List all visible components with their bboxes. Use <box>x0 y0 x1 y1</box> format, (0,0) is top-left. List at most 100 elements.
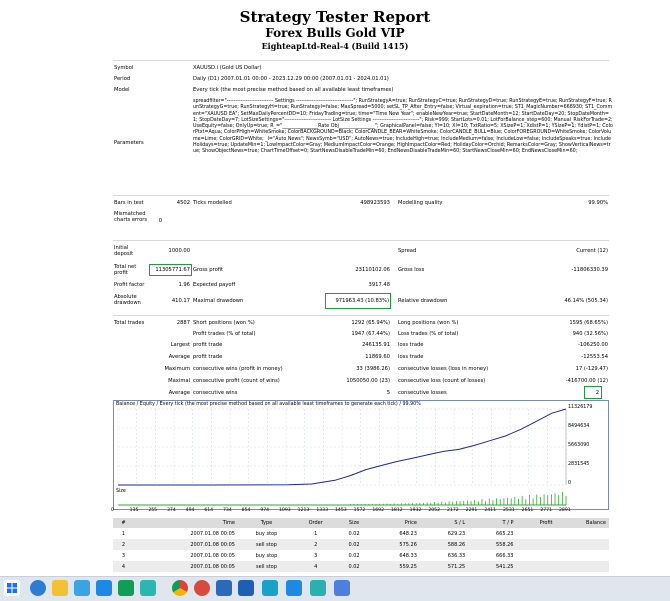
gross-profit-value: 23110102.06 <box>355 267 390 273</box>
gross-loss-label: Gross loss <box>398 267 425 273</box>
x-tick-label: 2411 <box>484 508 497 513</box>
chart-caption: Balance / Equity / Every tick (the most … <box>116 402 421 407</box>
x-tick-label: 1213 <box>297 508 310 513</box>
column-header[interactable]: Time <box>133 518 238 528</box>
x-tick-label: 1333 <box>316 508 329 513</box>
max-wins-label: consecutive wins (profit in money) <box>193 366 283 372</box>
x-tick-label: 2891 <box>559 508 571 513</box>
app-icon[interactable] <box>286 580 302 596</box>
x-tick-label: 2531 <box>503 508 515 513</box>
table-cell <box>516 550 555 561</box>
net-profit-label: Total net profit <box>114 264 137 276</box>
file-explorer-icon[interactable] <box>52 580 68 596</box>
table-cell: buy stop <box>255 552 278 559</box>
mismatch-label: Mismatched charts errors <box>114 211 148 223</box>
column-header[interactable]: Type <box>238 518 295 528</box>
params-value: spreadfilter="--------------------------… <box>193 99 615 155</box>
column-header[interactable]: S / L <box>419 518 469 528</box>
max-losses-label: consecutive losses (loss in money) <box>398 366 489 372</box>
table-cell: 541.25 <box>468 561 517 572</box>
long-label: Long positions (won %) <box>398 320 459 326</box>
largest-profit-label: profit trade <box>193 342 223 348</box>
table-cell: 588.26 <box>419 539 469 550</box>
table-row: 3 2007.01.08 00:05 buy stop 3 0.02 648.33 636.… <box>113 550 609 561</box>
app-icon[interactable] <box>140 580 156 596</box>
profit-trades-label: Profit trades (% of total) <box>193 331 256 337</box>
avg-losses-label: consecutive losses <box>398 390 447 396</box>
app-icon[interactable] <box>118 580 134 596</box>
table-cell <box>516 539 556 550</box>
ea-name: Forex Bulls Gold VIP <box>265 26 405 40</box>
edge-icon[interactable] <box>30 580 46 596</box>
table-cell: 2007.01.08 00:05 <box>190 530 235 537</box>
app-icon[interactable] <box>334 580 350 596</box>
gross-loss-value: -11806330.39 <box>571 267 608 273</box>
balance-chart <box>113 400 609 510</box>
largest-loss-value: -106250.00 <box>578 342 608 348</box>
avg-profit-label: profit trade <box>193 354 223 360</box>
spread-value: Current (12) <box>576 248 608 254</box>
bars-label: Bars in test <box>114 200 144 206</box>
column-header[interactable]: # <box>113 518 134 528</box>
table-cell: 629.23 <box>447 530 466 537</box>
avg-loss-label: loss trade <box>398 354 424 360</box>
payoff-value: 3917.48 <box>368 282 390 288</box>
table-cell: 559.25 <box>371 561 420 572</box>
table-cell: 0.02 <box>348 552 360 559</box>
gross-profit-label: Gross profit <box>193 267 224 273</box>
column-header[interactable]: Price <box>371 518 420 528</box>
column-header[interactable]: T / P <box>468 518 517 528</box>
table-cell: 0.02 <box>336 539 372 550</box>
y-tick-label: 11326179 <box>568 405 593 410</box>
y-tick-label: 5663090 <box>568 443 590 448</box>
max-dd-label: Maximal drawdown <box>193 298 244 304</box>
store-icon[interactable] <box>74 580 90 596</box>
server-name: EighteapLtd-Real-4 (Build 1415) <box>261 41 409 51</box>
model-value: Every tick (the most precise method base… <box>193 87 394 93</box>
taskbar <box>0 576 670 601</box>
table-cell: 666.33 <box>495 552 514 559</box>
table-cell: 636.33 <box>447 552 466 559</box>
app-icon[interactable] <box>310 580 326 596</box>
y-tick-label: 0 <box>568 481 572 486</box>
table-cell: 3 <box>121 552 126 559</box>
app-icon[interactable] <box>96 580 112 596</box>
avg-losses-value: 2 <box>595 390 599 396</box>
average2-label: Average <box>168 390 190 396</box>
maximal-label: Maximal <box>168 378 190 384</box>
maximal-profit-label: consecutive profit (count of wins) <box>193 378 280 384</box>
max-wins-value: 33 (3986.26) <box>356 366 390 372</box>
profit-factor-label: Profit factor <box>114 282 145 288</box>
column-header[interactable]: Size <box>336 518 372 528</box>
app-icon[interactable] <box>194 580 210 596</box>
table-cell: buy stop <box>255 530 278 537</box>
column-header[interactable]: Balance <box>555 518 609 528</box>
table-cell <box>556 528 609 539</box>
x-tick-label: 614 <box>204 508 214 513</box>
ticks-label: Ticks modelled <box>193 200 232 206</box>
table-cell <box>516 561 556 572</box>
long-value: 1595 (68.65%) <box>569 320 608 326</box>
table-cell: 575.26 <box>371 539 420 550</box>
table-cell: 648.23 <box>399 530 417 537</box>
period-label: Period <box>114 76 131 82</box>
table-cell: 3 <box>314 552 318 559</box>
chrome-icon[interactable] <box>172 580 188 596</box>
table-cell <box>555 561 609 572</box>
column-header[interactable]: Profit <box>516 518 556 528</box>
table-cell: 4 <box>294 561 337 572</box>
table-cell: 2 <box>113 539 134 550</box>
table-row: 4 2007.01.08 00:05 sell stop 4 0.02 559.25 571… <box>113 561 609 572</box>
app-icon[interactable] <box>216 580 232 596</box>
short-label: Short positions (won %) <box>193 320 255 326</box>
x-tick-label: 374 <box>167 508 176 513</box>
avg-loss-value: -12553.54 <box>581 354 608 360</box>
largest-loss-label: loss trade <box>398 342 424 348</box>
table-cell: 0.02 <box>336 561 372 572</box>
app-icon[interactable] <box>238 580 254 596</box>
x-tick-label: 2172 <box>447 508 459 513</box>
app-icon[interactable] <box>262 580 278 596</box>
column-header[interactable]: Order <box>294 518 337 528</box>
windows-start-icon[interactable] <box>4 580 20 596</box>
ticks-value: 498923593 <box>360 200 390 206</box>
